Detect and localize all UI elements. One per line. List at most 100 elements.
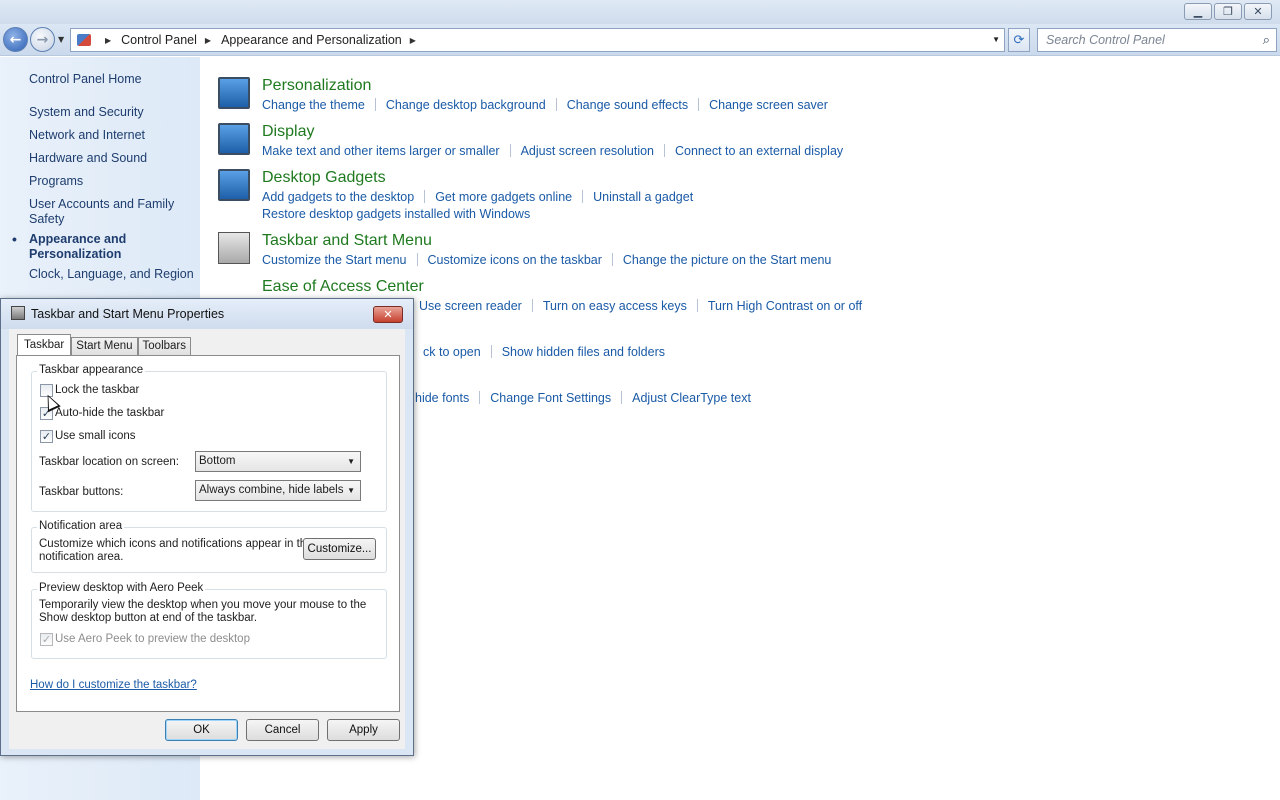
category-title[interactable]: Taskbar and Start Menu bbox=[262, 232, 432, 250]
link-restore-gadgets[interactable]: Restore desktop gadgets installed with W… bbox=[262, 207, 530, 221]
ok-button[interactable]: OK bbox=[165, 719, 238, 741]
minimize-icon: ▁ bbox=[1193, 5, 1203, 18]
dialog-close-button[interactable]: ✕ bbox=[373, 306, 403, 323]
link-add-gadgets[interactable]: Add gadgets to the desktop bbox=[262, 190, 414, 204]
display-icon[interactable] bbox=[218, 123, 250, 155]
link-screen-saver[interactable]: Change screen saver bbox=[709, 98, 828, 112]
taskbar-properties-icon bbox=[11, 306, 25, 320]
category-title[interactable]: Desktop Gadgets bbox=[262, 169, 386, 187]
back-button[interactable]: ← bbox=[3, 27, 28, 52]
category-title[interactable]: Personalization bbox=[262, 77, 371, 95]
link-divider bbox=[531, 299, 533, 312]
dialog-title: Taskbar and Start Menu Properties bbox=[31, 307, 225, 321]
sidebar-item-programs[interactable]: Programs bbox=[29, 174, 194, 189]
taskbar-icon[interactable] bbox=[218, 232, 250, 264]
breadcrumb-separator-icon[interactable]: ▶ bbox=[205, 36, 211, 45]
link-click-to-open[interactable]: ck to open bbox=[423, 345, 481, 359]
breadcrumb-separator-icon[interactable]: ▶ bbox=[105, 36, 111, 45]
customize-button[interactable]: Customize... bbox=[303, 538, 376, 560]
refresh-icon: ⟳ bbox=[1013, 32, 1025, 48]
minimize-button[interactable]: ▁ bbox=[1184, 3, 1212, 20]
forward-button[interactable]: → bbox=[30, 27, 55, 52]
link-start-menu-picture[interactable]: Change the picture on the Start menu bbox=[623, 253, 831, 267]
refresh-button[interactable]: ⟳ bbox=[1008, 28, 1030, 52]
close-icon: ✕ bbox=[383, 308, 393, 321]
link-cleartype[interactable]: Adjust ClearType text bbox=[632, 391, 751, 405]
link-easy-access-keys[interactable]: Turn on easy access keys bbox=[543, 299, 687, 313]
tab-start-menu[interactable]: Start Menu bbox=[71, 337, 138, 355]
link-more-gadgets[interactable]: Get more gadgets online bbox=[435, 190, 572, 204]
category-links: Customize the Start menu Customize icons … bbox=[262, 253, 831, 267]
sidebar-item-appearance[interactable]: • Appearance and Personalization bbox=[12, 232, 149, 262]
link-hidden-files[interactable]: Show hidden files and folders bbox=[502, 345, 665, 359]
sidebar-item-system-security[interactable]: System and Security bbox=[29, 105, 194, 120]
current-item-bullet-icon: • bbox=[12, 231, 17, 247]
restore-button[interactable]: ❐ bbox=[1214, 3, 1242, 20]
tab-taskbar[interactable]: Taskbar bbox=[17, 334, 72, 355]
buttons-label: Taskbar buttons: bbox=[39, 486, 124, 498]
sidebar-item-clock[interactable]: Clock, Language, and Region bbox=[29, 267, 194, 282]
breadcrumb-appearance[interactable]: Appearance and Personalization bbox=[221, 33, 402, 47]
link-divider bbox=[621, 391, 623, 404]
link-change-theme[interactable]: Change the theme bbox=[262, 98, 365, 112]
breadcrumb-separator-icon[interactable]: ▶ bbox=[410, 36, 416, 45]
close-window-button[interactable]: ✕ bbox=[1244, 3, 1272, 20]
lock-taskbar-label[interactable]: Lock the taskbar bbox=[55, 384, 139, 396]
forward-arrow-icon: → bbox=[36, 31, 49, 48]
category-title[interactable]: Display bbox=[262, 123, 314, 141]
cancel-button[interactable]: Cancel bbox=[246, 719, 319, 741]
recent-pages-dropdown-icon[interactable]: ▼ bbox=[58, 35, 64, 44]
link-uninstall-gadget[interactable]: Uninstall a gadget bbox=[593, 190, 693, 204]
link-divider bbox=[664, 144, 665, 157]
buttons-select[interactable]: Always combine, hide labels ▼ bbox=[195, 480, 361, 501]
address-bar[interactable]: ▶ Control Panel ▶ Appearance and Persona… bbox=[70, 28, 1005, 52]
link-customize-taskbar-icons[interactable]: Customize icons on the taskbar bbox=[428, 253, 602, 267]
location-select[interactable]: Bottom ▼ bbox=[195, 451, 361, 472]
sidebar-item-user-accounts[interactable]: User Accounts and Family Safety bbox=[29, 197, 179, 227]
group-label: Notification area bbox=[37, 520, 125, 532]
link-divider bbox=[374, 98, 376, 111]
notification-description-line-1: Customize which icons and notifications … bbox=[39, 538, 313, 550]
close-icon: ✕ bbox=[1253, 5, 1263, 18]
link-customize-start-menu[interactable]: Customize the Start menu bbox=[262, 253, 407, 267]
link-divider bbox=[416, 253, 418, 266]
address-dropdown-icon[interactable]: ▼ bbox=[992, 35, 1000, 44]
category-links: hide fonts Change Font Settings Adjust Cle… bbox=[415, 391, 751, 405]
link-divider bbox=[509, 144, 511, 157]
sidebar-item-home[interactable]: Control Panel Home bbox=[29, 72, 194, 87]
personalization-icon[interactable] bbox=[218, 77, 250, 109]
link-text-size[interactable]: Make text and other items larger or smal… bbox=[262, 144, 500, 158]
link-font-settings[interactable]: Change Font Settings bbox=[490, 391, 611, 405]
back-arrow-icon: ← bbox=[9, 31, 22, 48]
dialog-title-bar[interactable]: Taskbar and Start Menu Properties ✕ bbox=[1, 299, 413, 329]
sidebar-item-label: Appearance and Personalization bbox=[29, 232, 127, 261]
link-external-display[interactable]: Connect to an external display bbox=[675, 144, 843, 158]
notification-description-line-2: notification area. bbox=[39, 551, 124, 563]
link-sound-effects[interactable]: Change sound effects bbox=[567, 98, 688, 112]
small-icons-label[interactable]: Use small icons bbox=[55, 430, 136, 442]
small-icons-checkbox[interactable]: ✓ bbox=[40, 430, 53, 443]
buttons-value: Always combine, hide labels bbox=[199, 484, 344, 496]
navigation-bar: ← → ▼ ▶ Control Panel ▶ Appearance and P… bbox=[0, 24, 1280, 56]
link-screen-reader[interactable]: Use screen reader bbox=[419, 299, 522, 313]
help-link[interactable]: How do I customize the taskbar? bbox=[30, 679, 197, 691]
link-high-contrast[interactable]: Turn High Contrast on or off bbox=[708, 299, 862, 313]
aero-peek-checkbox[interactable]: ✓ bbox=[40, 633, 53, 646]
link-desktop-background[interactable]: Change desktop background bbox=[386, 98, 546, 112]
apply-button[interactable]: Apply bbox=[327, 719, 400, 741]
sidebar-item-network[interactable]: Network and Internet bbox=[29, 128, 194, 143]
tab-toolbars[interactable]: Toolbars bbox=[137, 337, 191, 355]
autohide-label[interactable]: Auto-hide the taskbar bbox=[55, 407, 164, 419]
breadcrumb-control-panel[interactable]: Control Panel bbox=[121, 33, 197, 47]
search-input[interactable]: Search Control Panel ⌕ bbox=[1037, 28, 1277, 52]
sidebar-item-hardware[interactable]: Hardware and Sound bbox=[29, 151, 194, 166]
link-divider bbox=[555, 98, 557, 111]
link-divider bbox=[490, 345, 492, 358]
search-icon[interactable]: ⌕ bbox=[1263, 32, 1270, 48]
category-title[interactable]: Ease of Access Center bbox=[262, 278, 424, 296]
gadgets-icon[interactable] bbox=[218, 169, 250, 201]
link-screen-resolution[interactable]: Adjust screen resolution bbox=[521, 144, 654, 158]
control-panel-icon bbox=[77, 34, 91, 46]
chevron-down-icon: ▼ bbox=[347, 486, 355, 495]
link-hide-fonts[interactable]: hide fonts bbox=[415, 391, 469, 405]
